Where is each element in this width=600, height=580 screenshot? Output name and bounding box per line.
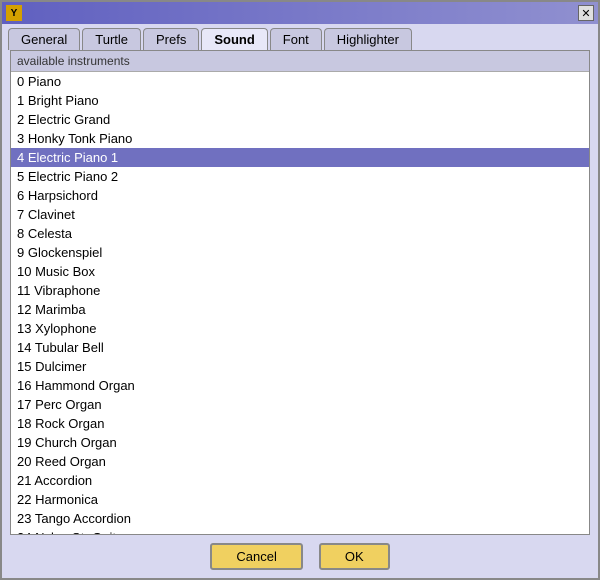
list-item[interactable]: 13 Xylophone — [11, 319, 589, 338]
list-item[interactable]: 7 Clavinet — [11, 205, 589, 224]
list-item[interactable]: 1 Bright Piano — [11, 91, 589, 110]
instruments-list[interactable]: 0 Piano1 Bright Piano2 Electric Grand3 H… — [11, 72, 589, 534]
list-item[interactable]: 8 Celesta — [11, 224, 589, 243]
close-button[interactable]: ✕ — [578, 5, 594, 21]
list-item[interactable]: 10 Music Box — [11, 262, 589, 281]
tab-turtle[interactable]: Turtle — [82, 28, 141, 50]
title-icon: Y — [6, 5, 22, 21]
ok-button[interactable]: OK — [319, 543, 390, 570]
list-item[interactable]: 22 Harmonica — [11, 490, 589, 509]
list-item[interactable]: 16 Hammond Organ — [11, 376, 589, 395]
list-item[interactable]: 19 Church Organ — [11, 433, 589, 452]
list-item[interactable]: 20 Reed Organ — [11, 452, 589, 471]
tabs-row: GeneralTurtlePrefsSoundFontHighlighter — [2, 24, 598, 50]
list-item[interactable]: 3 Honky Tonk Piano — [11, 129, 589, 148]
list-item[interactable]: 11 Vibraphone — [11, 281, 589, 300]
button-row: Cancel OK — [2, 535, 598, 578]
list-item[interactable]: 4 Electric Piano 1 — [11, 148, 589, 167]
list-item[interactable]: 0 Piano — [11, 72, 589, 91]
content-area: available instruments 0 Piano1 Bright Pi… — [10, 50, 590, 535]
tab-prefs[interactable]: Prefs — [143, 28, 199, 50]
main-window: Y ✕ GeneralTurtlePrefsSoundFontHighlight… — [0, 0, 600, 580]
tab-font[interactable]: Font — [270, 28, 322, 50]
cancel-button[interactable]: Cancel — [210, 543, 302, 570]
list-item[interactable]: 12 Marimba — [11, 300, 589, 319]
list-item[interactable]: 5 Electric Piano 2 — [11, 167, 589, 186]
tab-sound[interactable]: Sound — [201, 28, 267, 50]
list-item[interactable]: 14 Tubular Bell — [11, 338, 589, 357]
list-item[interactable]: 9 Glockenspiel — [11, 243, 589, 262]
list-item[interactable]: 18 Rock Organ — [11, 414, 589, 433]
tab-highlighter[interactable]: Highlighter — [324, 28, 412, 50]
list-item[interactable]: 17 Perc Organ — [11, 395, 589, 414]
list-item[interactable]: 15 Dulcimer — [11, 357, 589, 376]
list-item[interactable]: 6 Harpsichord — [11, 186, 589, 205]
list-item[interactable]: 24 Nylon Str Guitar — [11, 528, 589, 534]
tab-general[interactable]: General — [8, 28, 80, 50]
title-bar: Y ✕ — [2, 2, 598, 24]
list-item[interactable]: 2 Electric Grand — [11, 110, 589, 129]
list-item[interactable]: 23 Tango Accordion — [11, 509, 589, 528]
list-item[interactable]: 21 Accordion — [11, 471, 589, 490]
list-header: available instruments — [11, 51, 589, 72]
